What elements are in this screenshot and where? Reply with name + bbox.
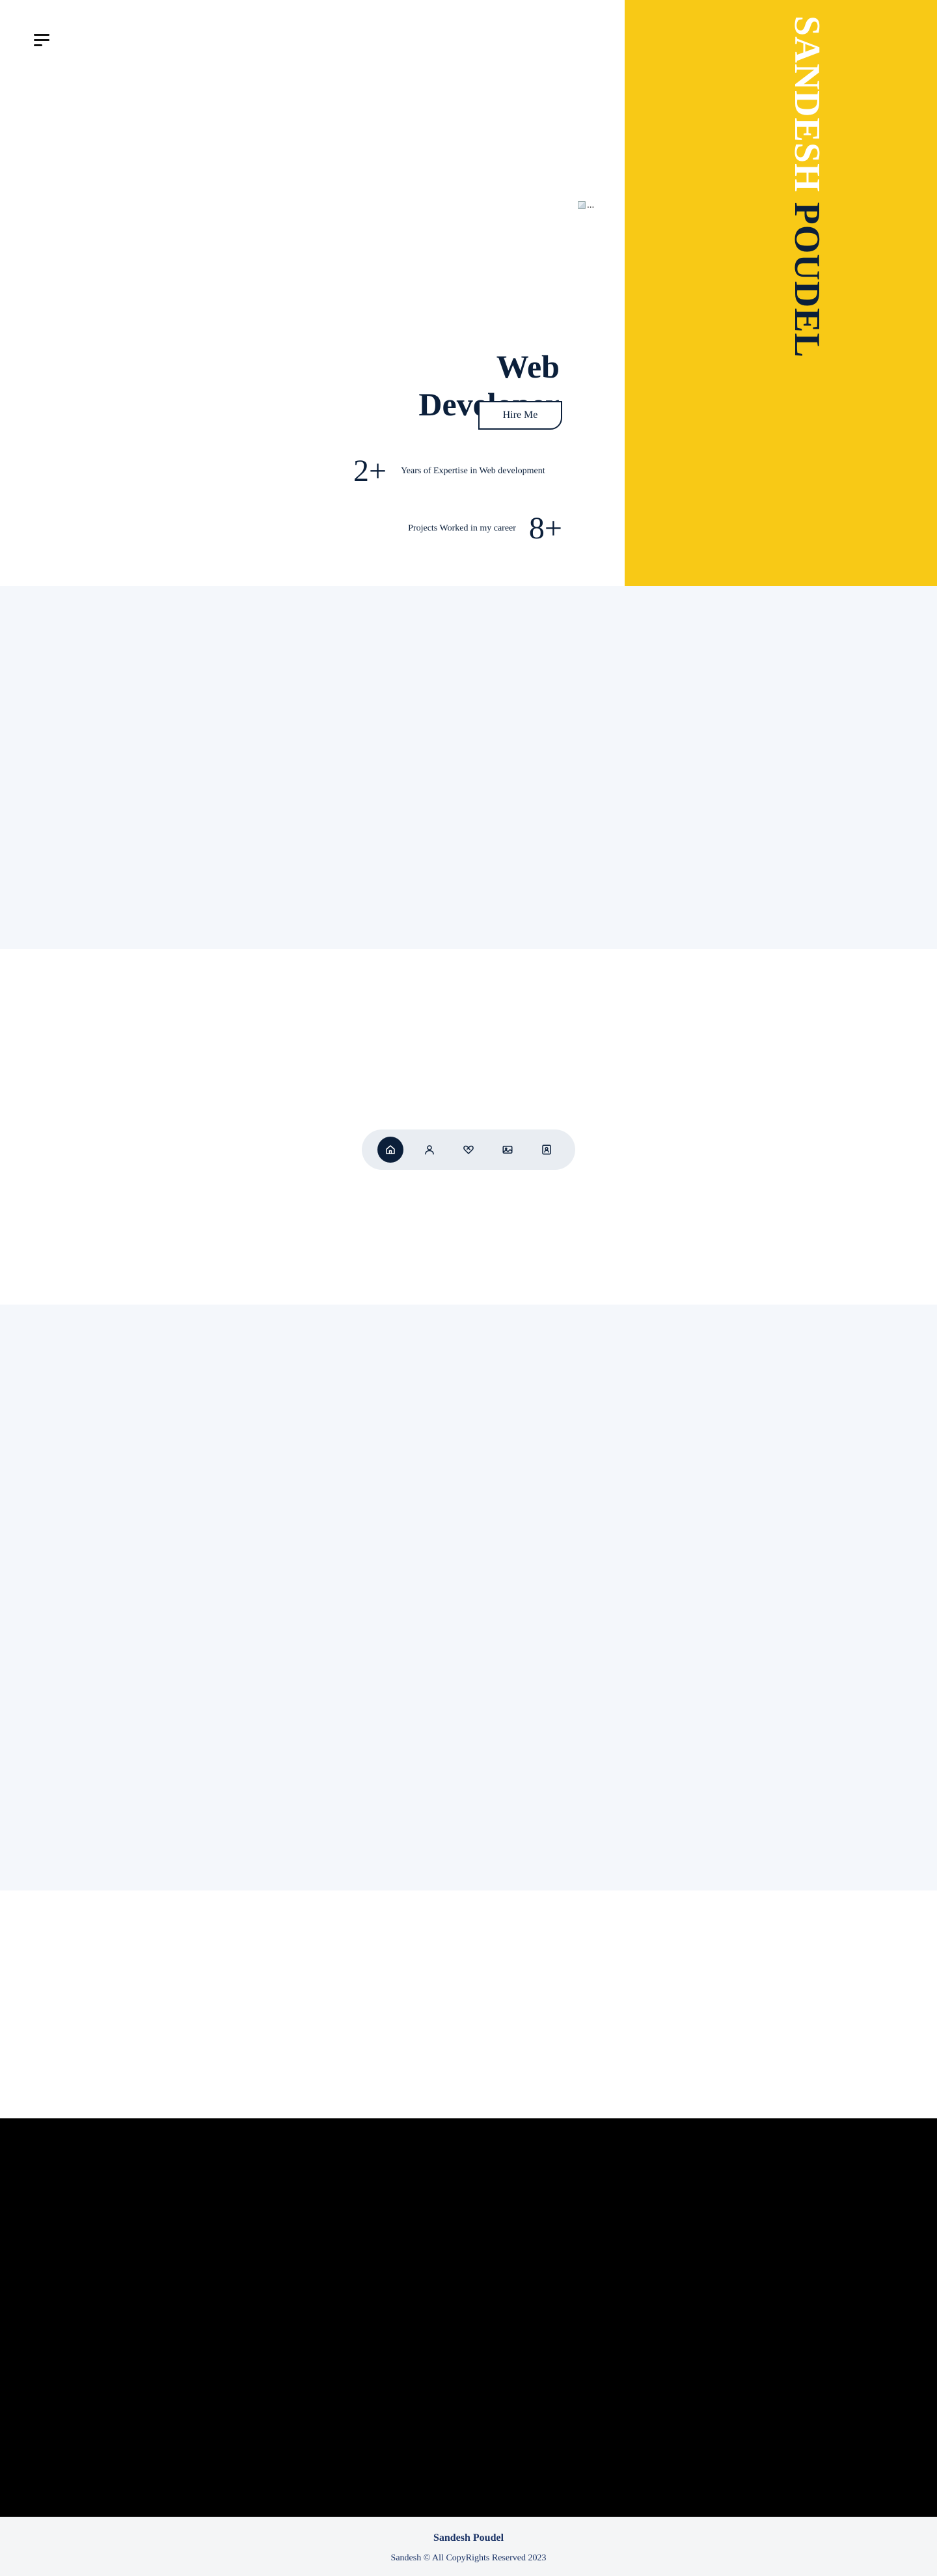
dock-contact[interactable] bbox=[534, 1137, 560, 1163]
section-about bbox=[0, 586, 937, 949]
stat-projects: Projects Worked in my career 8+ bbox=[408, 513, 562, 544]
section-dark bbox=[0, 2118, 937, 2517]
dock-home[interactable] bbox=[377, 1137, 403, 1163]
heart-handshake-icon bbox=[463, 1145, 474, 1154]
dock-portfolio[interactable] bbox=[495, 1137, 521, 1163]
home-icon bbox=[386, 1145, 395, 1154]
footer-name: Sandesh Poudel bbox=[433, 2532, 504, 2543]
dock-services[interactable] bbox=[455, 1137, 482, 1163]
section-services bbox=[0, 949, 937, 1305]
image-gallery-icon bbox=[502, 1146, 513, 1154]
section-portfolio bbox=[0, 1305, 937, 1890]
profile-image: ... bbox=[578, 199, 604, 211]
vertical-name: SANDESH POUDEL bbox=[786, 16, 828, 358]
stat-years-value: 2+ bbox=[353, 454, 387, 488]
broken-image-icon bbox=[578, 201, 586, 209]
stat-projects-value: 8+ bbox=[528, 511, 562, 546]
stat-years: 2+ Years of Expertise in Web development bbox=[353, 456, 545, 487]
profile-image-alt: ... bbox=[587, 199, 595, 210]
bottom-dock-nav bbox=[362, 1129, 575, 1170]
section-contact bbox=[0, 1890, 937, 2118]
dock-about[interactable] bbox=[416, 1137, 442, 1163]
hire-me-button[interactable]: Hire Me bbox=[478, 401, 562, 430]
stat-projects-label: Projects Worked in my career bbox=[408, 523, 516, 533]
footer-copyright: Sandesh © All CopyRights Reserved 2023 bbox=[390, 2553, 547, 2563]
stat-years-label: Years of Expertise in Web development bbox=[401, 466, 545, 476]
contact-book-icon bbox=[542, 1144, 551, 1155]
user-icon bbox=[425, 1145, 434, 1155]
hamburger-menu-icon[interactable] bbox=[34, 34, 51, 48]
name-last: POUDEL bbox=[787, 202, 827, 358]
footer: Sandesh Poudel Sandesh © All CopyRights … bbox=[0, 2517, 937, 2576]
name-first: SANDESH bbox=[787, 16, 827, 193]
name-panel bbox=[625, 0, 937, 586]
